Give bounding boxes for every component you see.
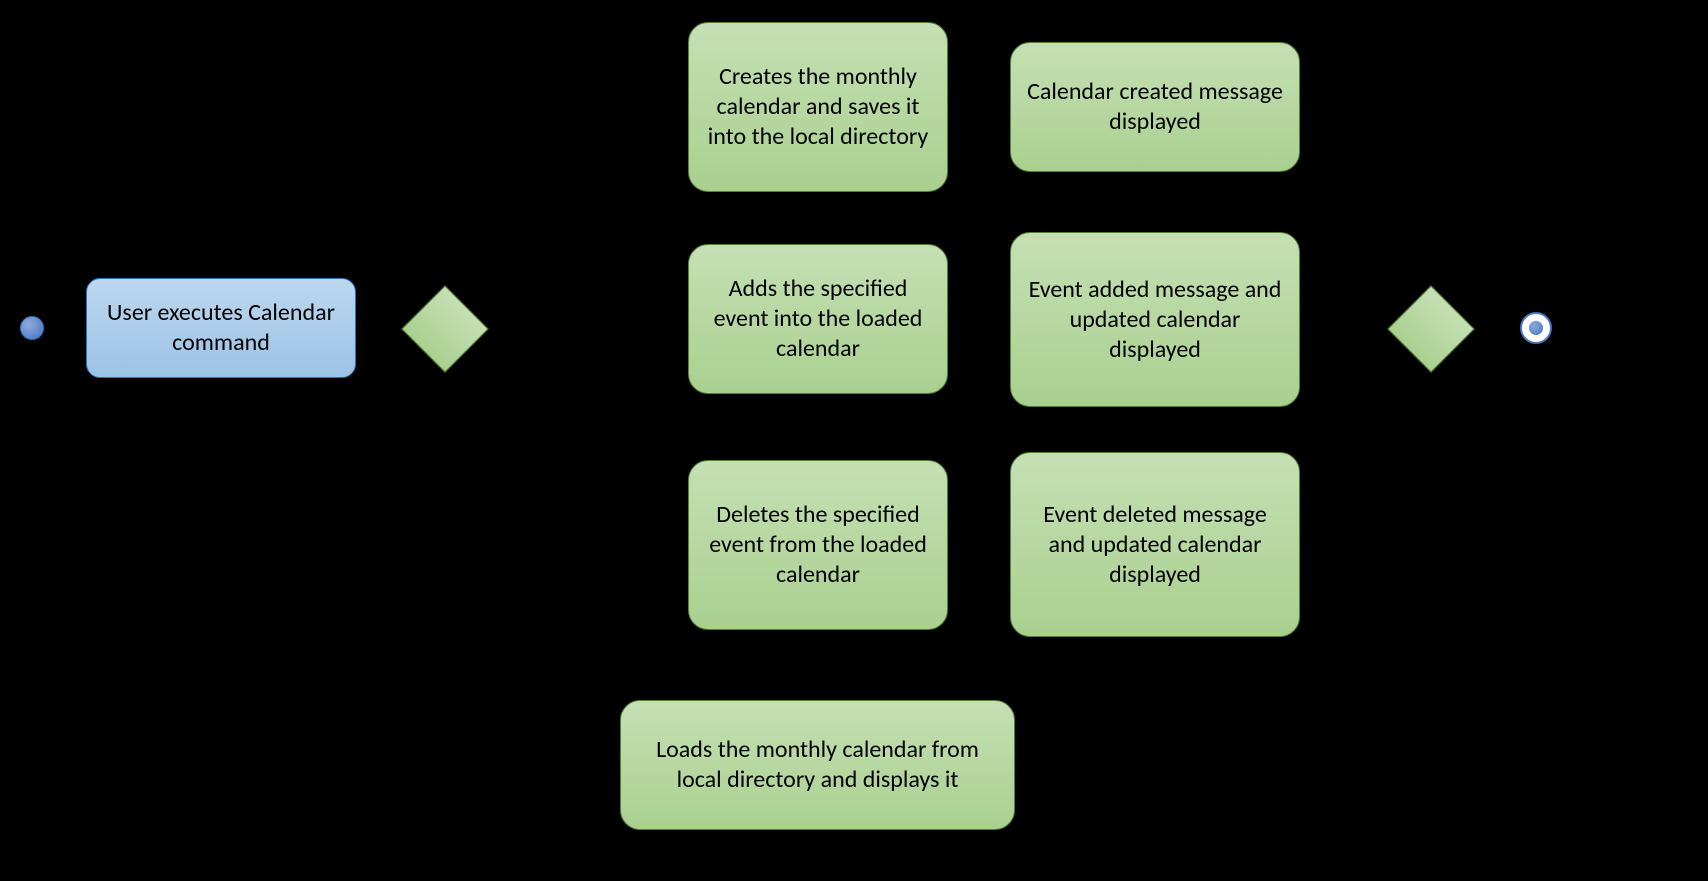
event-added-message: Event added message and updated calendar… (1010, 232, 1300, 407)
start-node (20, 316, 44, 340)
load-calendar-action: Loads the monthly calendar from local di… (620, 700, 1015, 830)
event-deleted-message: Event deleted message and updated calend… (1010, 452, 1300, 637)
calendar-created-message: Calendar created message displayed (1010, 42, 1300, 172)
decision-left (401, 285, 489, 373)
end-node-inner (1529, 321, 1543, 335)
delete-event-action: Deletes the specified event from the loa… (688, 460, 948, 630)
create-calendar-action: Creates the monthly calendar and saves i… (688, 22, 948, 192)
activity-diagram: User executes Calendar command Creates t… (0, 0, 1708, 881)
user-executes-command: User executes Calendar command (86, 278, 356, 378)
merge-right (1387, 285, 1475, 373)
end-node (1520, 312, 1552, 344)
add-event-action: Adds the specified event into the loaded… (688, 244, 948, 394)
